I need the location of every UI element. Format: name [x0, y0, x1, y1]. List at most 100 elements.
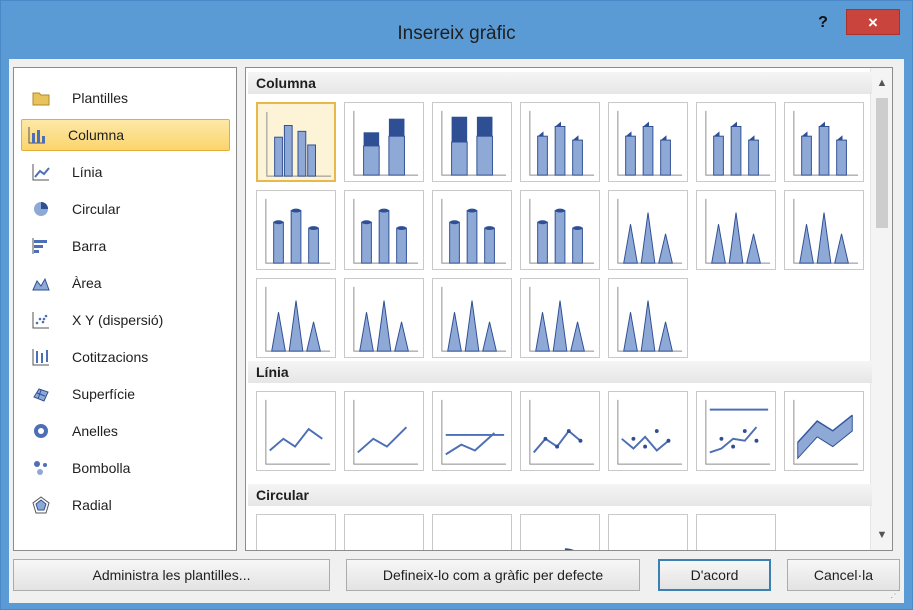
chart-type-thumbnail[interactable]	[256, 190, 336, 270]
category-label: Superfície	[72, 386, 136, 402]
chart-type-thumbnail[interactable]	[432, 278, 512, 358]
chart-preview-icon	[529, 198, 595, 264]
category-label: Columna	[68, 127, 125, 143]
cancel-button[interactable]: Cancel·la	[787, 559, 900, 591]
gallery-scrollbar[interactable]: ▲ ▼	[870, 68, 892, 550]
chart-type-thumbnail[interactable]	[256, 391, 336, 471]
close-button[interactable]: ×	[846, 9, 900, 35]
category-item[interactable]: Bombolla	[26, 452, 230, 484]
chart-preview-icon	[353, 198, 419, 264]
chart-type-thumbnail[interactable]	[256, 278, 336, 358]
chart-type-thumbnail[interactable]	[784, 391, 864, 471]
scroll-up-arrow-icon[interactable]: ▲	[871, 72, 892, 94]
gallery-section-header: Línia	[248, 361, 872, 383]
category-item[interactable]: Circular	[26, 193, 230, 225]
chart-type-thumbnail[interactable]	[696, 190, 776, 270]
chart-category-list: Plantilles Columna Línia Circular Barra Àrea X…	[13, 67, 237, 551]
chart-type-thumbnail[interactable]	[520, 190, 600, 270]
chart-type-thumbnail[interactable]	[520, 514, 600, 550]
chart-preview-icon	[353, 399, 419, 465]
help-button[interactable]: ?	[809, 11, 837, 35]
scatter-chart-icon	[32, 311, 50, 329]
radar-chart-icon	[32, 496, 50, 514]
chart-preview-icon	[705, 198, 771, 264]
chart-preview-icon	[529, 286, 595, 352]
chart-type-thumbnail[interactable]	[696, 102, 776, 182]
category-label: Cotitzacions	[72, 349, 149, 365]
gallery-section-header: Columna	[248, 72, 872, 94]
category-label: Anelles	[72, 423, 118, 439]
chart-type-thumbnail[interactable]	[520, 278, 600, 358]
chart-preview-icon	[617, 399, 683, 465]
resize-grip-icon[interactable]: ⋰	[890, 589, 902, 601]
category-item[interactable]: Superfície	[26, 378, 230, 410]
chart-type-thumbnail[interactable]	[608, 102, 688, 182]
dialog-body: Plantilles Columna Línia Circular Barra Àrea X…	[9, 59, 904, 603]
chart-preview-icon	[701, 519, 773, 551]
chart-type-thumbnail[interactable]	[344, 190, 424, 270]
chart-preview-icon	[441, 399, 507, 465]
category-label: Circular	[72, 201, 121, 217]
manage-templates-button[interactable]: Administra les plantilles...	[13, 559, 330, 591]
chart-preview-icon	[705, 110, 771, 176]
title-bar[interactable]: Insereix gràfic ? ×	[1, 1, 912, 59]
category-item[interactable]: Cotitzacions	[26, 341, 230, 373]
chart-type-thumbnail[interactable]	[520, 102, 600, 182]
chart-type-thumbnail[interactable]	[608, 514, 688, 551]
category-item[interactable]: X Y (dispersió)	[26, 304, 230, 336]
category-label: Línia	[72, 164, 103, 180]
chart-type-thumbnail[interactable]	[256, 102, 336, 182]
chart-preview-icon	[617, 198, 683, 264]
ok-button[interactable]: D'acord	[658, 559, 771, 591]
chart-type-thumbnail[interactable]	[344, 102, 424, 182]
chart-type-thumbnail[interactable]	[432, 102, 512, 182]
stock-chart-icon	[32, 348, 50, 366]
bar-chart-icon	[32, 237, 50, 255]
category-item[interactable]: Radial	[26, 489, 230, 521]
chart-preview-icon	[793, 198, 859, 264]
chart-preview-icon	[441, 198, 507, 264]
category-item[interactable]: Anelles	[26, 415, 230, 447]
chart-type-thumbnail[interactable]	[608, 278, 688, 358]
chart-type-thumbnail[interactable]	[432, 190, 512, 270]
chart-preview-icon	[349, 519, 421, 551]
chart-type-thumbnail[interactable]	[608, 391, 688, 471]
chart-type-thumbnail[interactable]	[432, 391, 512, 471]
chart-type-thumbnail[interactable]	[256, 514, 336, 550]
chart-type-thumbnail[interactable]	[784, 102, 864, 182]
chart-preview-icon	[617, 286, 683, 352]
folder-icon	[32, 89, 50, 107]
chart-preview-icon	[265, 286, 331, 352]
chart-type-gallery: ▲ ▼ Columna Línia Circular	[245, 67, 893, 551]
chart-type-thumbnail[interactable]	[344, 391, 424, 471]
chart-preview-icon	[441, 286, 507, 352]
chart-preview-icon	[353, 286, 419, 352]
chart-type-thumbnail[interactable]	[520, 391, 600, 471]
chart-preview-icon	[353, 110, 419, 176]
category-item[interactable]: Barra	[26, 230, 230, 262]
chart-preview-icon	[613, 519, 685, 551]
chart-type-thumbnail[interactable]	[608, 190, 688, 270]
category-item[interactable]: Àrea	[26, 267, 230, 299]
chart-type-thumbnail[interactable]	[432, 514, 512, 551]
chart-type-thumbnail[interactable]	[696, 514, 776, 551]
chart-preview-icon	[441, 110, 507, 176]
chart-preview-icon	[437, 519, 509, 551]
scroll-thumb[interactable]	[876, 98, 888, 228]
chart-preview-icon	[266, 111, 332, 177]
line-chart-icon	[32, 163, 50, 181]
category-item[interactable]: Plantilles	[26, 82, 230, 114]
chart-type-thumbnail[interactable]	[344, 514, 424, 551]
chart-type-thumbnail[interactable]	[784, 190, 864, 270]
gallery-section-header: Circular	[248, 484, 872, 506]
pie-chart-icon	[32, 200, 50, 218]
scroll-down-arrow-icon[interactable]: ▼	[871, 524, 892, 546]
chart-type-thumbnail[interactable]	[344, 278, 424, 358]
set-default-chart-button[interactable]: Defineix-lo com a gràfic per defecte	[346, 559, 640, 591]
category-item[interactable]: Línia	[26, 156, 230, 188]
chart-type-thumbnail[interactable]	[696, 391, 776, 471]
category-label: Bombolla	[72, 460, 131, 476]
category-label: Radial	[72, 497, 112, 513]
category-item[interactable]: Columna	[21, 119, 230, 151]
surface-chart-icon	[32, 385, 50, 403]
